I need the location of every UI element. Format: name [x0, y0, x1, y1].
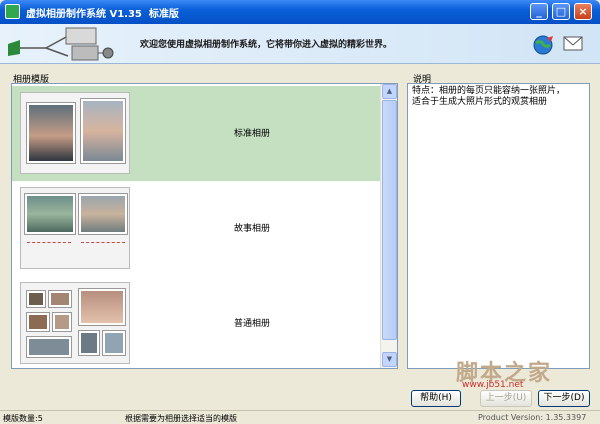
template-count: 模版数量:5 — [3, 414, 43, 423]
network-diagram-icon — [8, 27, 114, 61]
template-list[interactable]: 标准相册 故事相册 普通相册 ▲ ▼ — [11, 83, 398, 369]
template-thumbnail — [20, 92, 130, 174]
window-title: 虚拟相册制作系统 V1.35 标准版 — [26, 9, 179, 20]
mail-icon[interactable] — [563, 36, 583, 52]
globe-icon[interactable] — [533, 34, 555, 56]
minimize-button[interactable]: _ — [530, 3, 548, 20]
app-icon — [5, 4, 20, 19]
close-button[interactable]: × — [574, 3, 592, 20]
watermark-url: www.jb51.net — [462, 380, 524, 390]
template-item-story[interactable]: 故事相册 — [12, 181, 380, 276]
template-thumbnail — [20, 282, 130, 364]
description-line: 特点：相册的每页只能容纳一张照片， — [412, 86, 566, 96]
prev-button[interactable]: 上一步(U) — [480, 390, 532, 407]
help-button[interactable]: 帮助(H) — [411, 390, 461, 407]
description-line: 适合于生成大照片形式的观赏相册 — [412, 97, 548, 107]
scrollbar-thumb[interactable] — [382, 100, 397, 340]
template-name: 普通相册 — [233, 319, 270, 329]
next-button[interactable]: 下一步(D) — [538, 390, 590, 407]
description-panel: 特点：相册的每页只能容纳一张照片， 适合于生成大照片形式的观赏相册 — [407, 83, 590, 369]
template-thumbnail — [20, 187, 130, 269]
product-version: Product Version: 1.35.3397 — [478, 413, 587, 422]
banner: 欢迎您使用虚拟相册制作系统，它将带你进入虚拟的精彩世界。 — [0, 24, 600, 64]
title-bar[interactable]: 虚拟相册制作系统 V1.35 标准版 _ □ × — [0, 0, 600, 24]
status-hint: 根据需要为相册选择适当的模版 — [125, 414, 237, 423]
scroll-up-button[interactable]: ▲ — [382, 84, 397, 99]
template-item-standard[interactable]: 标准相册 — [12, 86, 380, 181]
scroll-down-button[interactable]: ▼ — [382, 352, 397, 367]
template-item-normal[interactable]: 普通相册 — [12, 276, 380, 368]
template-name: 故事相册 — [233, 224, 270, 234]
welcome-text: 欢迎您使用虚拟相册制作系统，它将带你进入虚拟的精彩世界。 — [140, 40, 393, 50]
status-bar: 模版数量:5 根据需要为相册选择适当的模版 Product Version: 1… — [0, 410, 600, 424]
maximize-button[interactable]: □ — [552, 3, 570, 20]
template-name: 标准相册 — [233, 129, 270, 139]
template-list-scrollbar[interactable]: ▲ ▼ — [380, 84, 397, 368]
